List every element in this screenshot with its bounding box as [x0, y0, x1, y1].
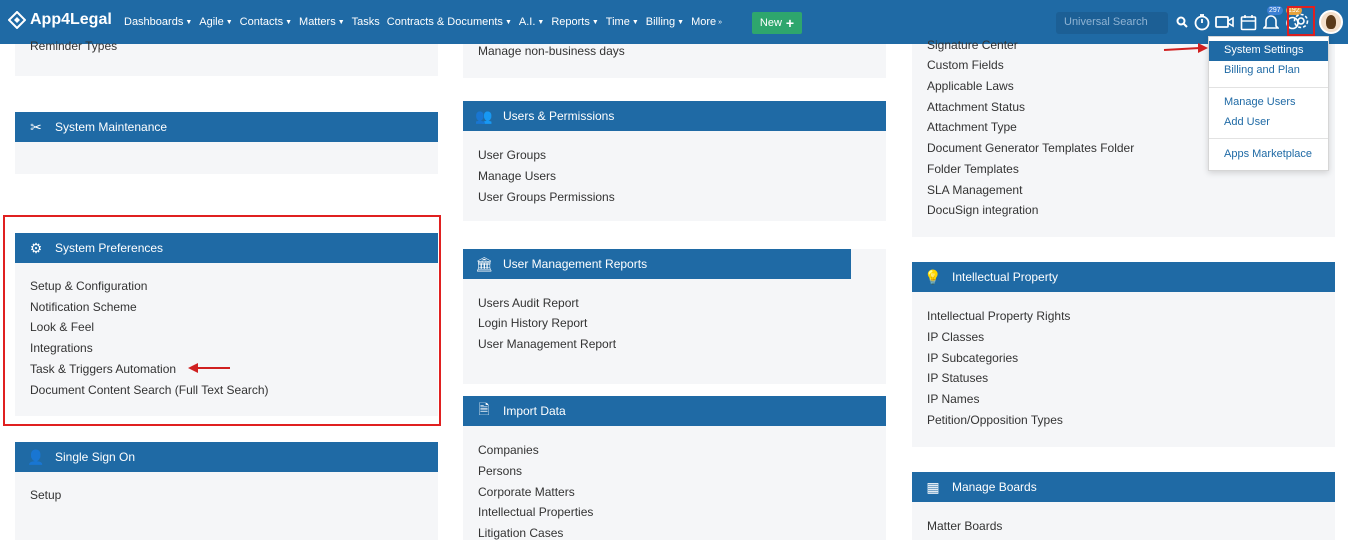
system-maintenance-header: ✂ System Maintenance [15, 112, 438, 142]
link-import-intellectual-properties[interactable]: Intellectual Properties [478, 505, 593, 519]
calendar-icon[interactable] [1238, 12, 1258, 32]
link-folder-templates[interactable]: Folder Templates [927, 162, 1019, 176]
plus-icon: + [785, 15, 795, 31]
link-import-companies[interactable]: Companies [478, 443, 539, 457]
boards-icon: ▦ [926, 478, 940, 495]
link-custom-fields[interactable]: Custom Fields [927, 58, 1004, 72]
timer-icon[interactable] [1192, 12, 1212, 32]
user-avatar[interactable] [1319, 10, 1343, 34]
nav-time[interactable]: Time ▼ [606, 16, 639, 28]
link-matter-boards[interactable]: Matter Boards [927, 519, 1002, 533]
menu-item-system-settings[interactable]: System Settings [1209, 41, 1328, 61]
link-petition-opposition-types[interactable]: Petition/Opposition Types [927, 413, 1063, 427]
non-business-days-card: Manage non-business days [463, 44, 886, 78]
manage-boards-title: Manage Boards [952, 480, 1037, 494]
link-docusign-integration[interactable]: DocuSign integration [927, 203, 1038, 217]
intellectual-property-title: Intellectual Property [952, 270, 1059, 284]
manage-boards-header: ▦ Manage Boards [912, 472, 1335, 502]
link-user-groups-permissions[interactable]: User Groups Permissions [478, 190, 615, 204]
import-data-title: Import Data [503, 404, 566, 418]
video-call-icon[interactable] [1215, 12, 1235, 32]
link-ip-subcategories[interactable]: IP Subcategories [927, 351, 1018, 365]
nav-reports[interactable]: Reports ▼ [551, 16, 598, 28]
brand-name: App4Legal [30, 11, 112, 28]
link-ip-names[interactable]: IP Names [927, 392, 979, 406]
tools-icon: ✂ [30, 118, 42, 135]
single-sign-on-title: Single Sign On [55, 450, 136, 464]
users-icon: 👥 [475, 107, 493, 124]
lightbulb-icon: 💡 [924, 268, 942, 285]
link-user-groups[interactable]: User Groups [478, 148, 546, 162]
link-applicable-laws[interactable]: Applicable Laws [927, 79, 1014, 93]
universal-search-input[interactable]: Universal Search [1056, 12, 1168, 34]
menu-item-manage-users[interactable]: Manage Users [1224, 96, 1296, 108]
system-preferences-highlight-box [3, 215, 441, 426]
link-login-history-report[interactable]: Login History Report [478, 316, 587, 330]
import-file-icon: 🗎 [478, 401, 490, 417]
nav-ai[interactable]: A.I. ▼ [519, 16, 544, 28]
link-ip-classes[interactable]: IP Classes [927, 330, 984, 344]
link-attachment-type[interactable]: Attachment Type [927, 120, 1017, 134]
nav-contacts[interactable]: Contacts ▼ [240, 16, 292, 28]
settings-dropdown-menu: System Settings Billing and Plan Manage … [1208, 36, 1329, 171]
arrow-annotation-icon [1163, 43, 1208, 53]
main-nav: Dashboards ▼ Agile ▼ Contacts ▼ Matters ▼ Ta… [124, 0, 729, 44]
nav-dashboards[interactable]: Dashboards ▼ [124, 16, 192, 28]
user-management-reports-title: User Management Reports [503, 257, 648, 271]
settings-gear-icon[interactable] [1291, 11, 1311, 31]
new-button[interactable]: New + [752, 12, 802, 34]
nav-contracts-documents[interactable]: Contracts & Documents ▼ [387, 16, 512, 28]
brand-logo[interactable]: App4Legal [8, 11, 112, 29]
link-sso-setup[interactable]: Setup [30, 488, 61, 502]
link-import-persons[interactable]: Persons [478, 464, 522, 478]
link-users-audit-report[interactable]: Users Audit Report [478, 296, 579, 310]
link-sla-management[interactable]: SLA Management [927, 183, 1022, 197]
nav-tasks[interactable]: Tasks [352, 16, 380, 28]
user-management-reports-header: 🏛 User Management Reports [463, 249, 851, 279]
top-navbar: App4Legal Dashboards ▼ Agile ▼ Contacts ▼ M… [0, 0, 1348, 44]
menu-item-billing-and-plan[interactable]: Billing and Plan [1224, 64, 1300, 76]
system-maintenance-title: System Maintenance [55, 120, 168, 134]
users-permissions-header: 👥 Users & Permissions [463, 101, 886, 131]
link-reminder-types[interactable]: Reminder Types [30, 39, 117, 53]
link-ip-statuses[interactable]: IP Statuses [927, 371, 988, 385]
search-icon[interactable] [1172, 12, 1192, 32]
nav-agile[interactable]: Agile ▼ [199, 16, 232, 28]
link-attachment-status[interactable]: Attachment Status [927, 100, 1025, 114]
bank-icon: 🏛 [475, 255, 493, 272]
link-user-management-report[interactable]: User Management Report [478, 337, 616, 351]
user-lock-icon: 👤 [27, 448, 45, 465]
notifications-badge: 297 [1267, 6, 1283, 15]
intellectual-property-header: 💡 Intellectual Property [912, 262, 1335, 292]
link-manage-users[interactable]: Manage Users [478, 169, 556, 183]
arrow-annotation-icon [188, 363, 230, 373]
import-data-header: 🗎 Import Data [463, 396, 886, 426]
nav-billing[interactable]: Billing ▼ [646, 16, 684, 28]
menu-divider [1209, 87, 1328, 88]
link-ip-rights[interactable]: Intellectual Property Rights [927, 309, 1070, 323]
menu-divider [1209, 138, 1328, 139]
link-signature-center[interactable]: Signature Center [927, 38, 1018, 52]
menu-item-apps-marketplace[interactable]: Apps Marketplace [1224, 148, 1312, 160]
menu-item-add-user[interactable]: Add User [1224, 116, 1270, 128]
notifications-bell-icon[interactable]: 297 [1261, 6, 1283, 32]
app4legal-logo-icon [8, 11, 26, 29]
nav-matters[interactable]: Matters ▼ [299, 16, 345, 28]
reminder-types-card: Reminder Types [15, 39, 438, 76]
link-import-litigation-cases[interactable]: Litigation Cases [478, 526, 563, 540]
users-permissions-title: Users & Permissions [503, 109, 615, 123]
link-document-generator-templates-folder[interactable]: Document Generator Templates Folder [927, 141, 1134, 155]
link-import-corporate-matters[interactable]: Corporate Matters [478, 485, 575, 499]
link-manage-non-business-days[interactable]: Manage non-business days [478, 44, 625, 58]
nav-more[interactable]: More» [691, 16, 722, 28]
single-sign-on-header: 👤 Single Sign On [15, 442, 438, 472]
